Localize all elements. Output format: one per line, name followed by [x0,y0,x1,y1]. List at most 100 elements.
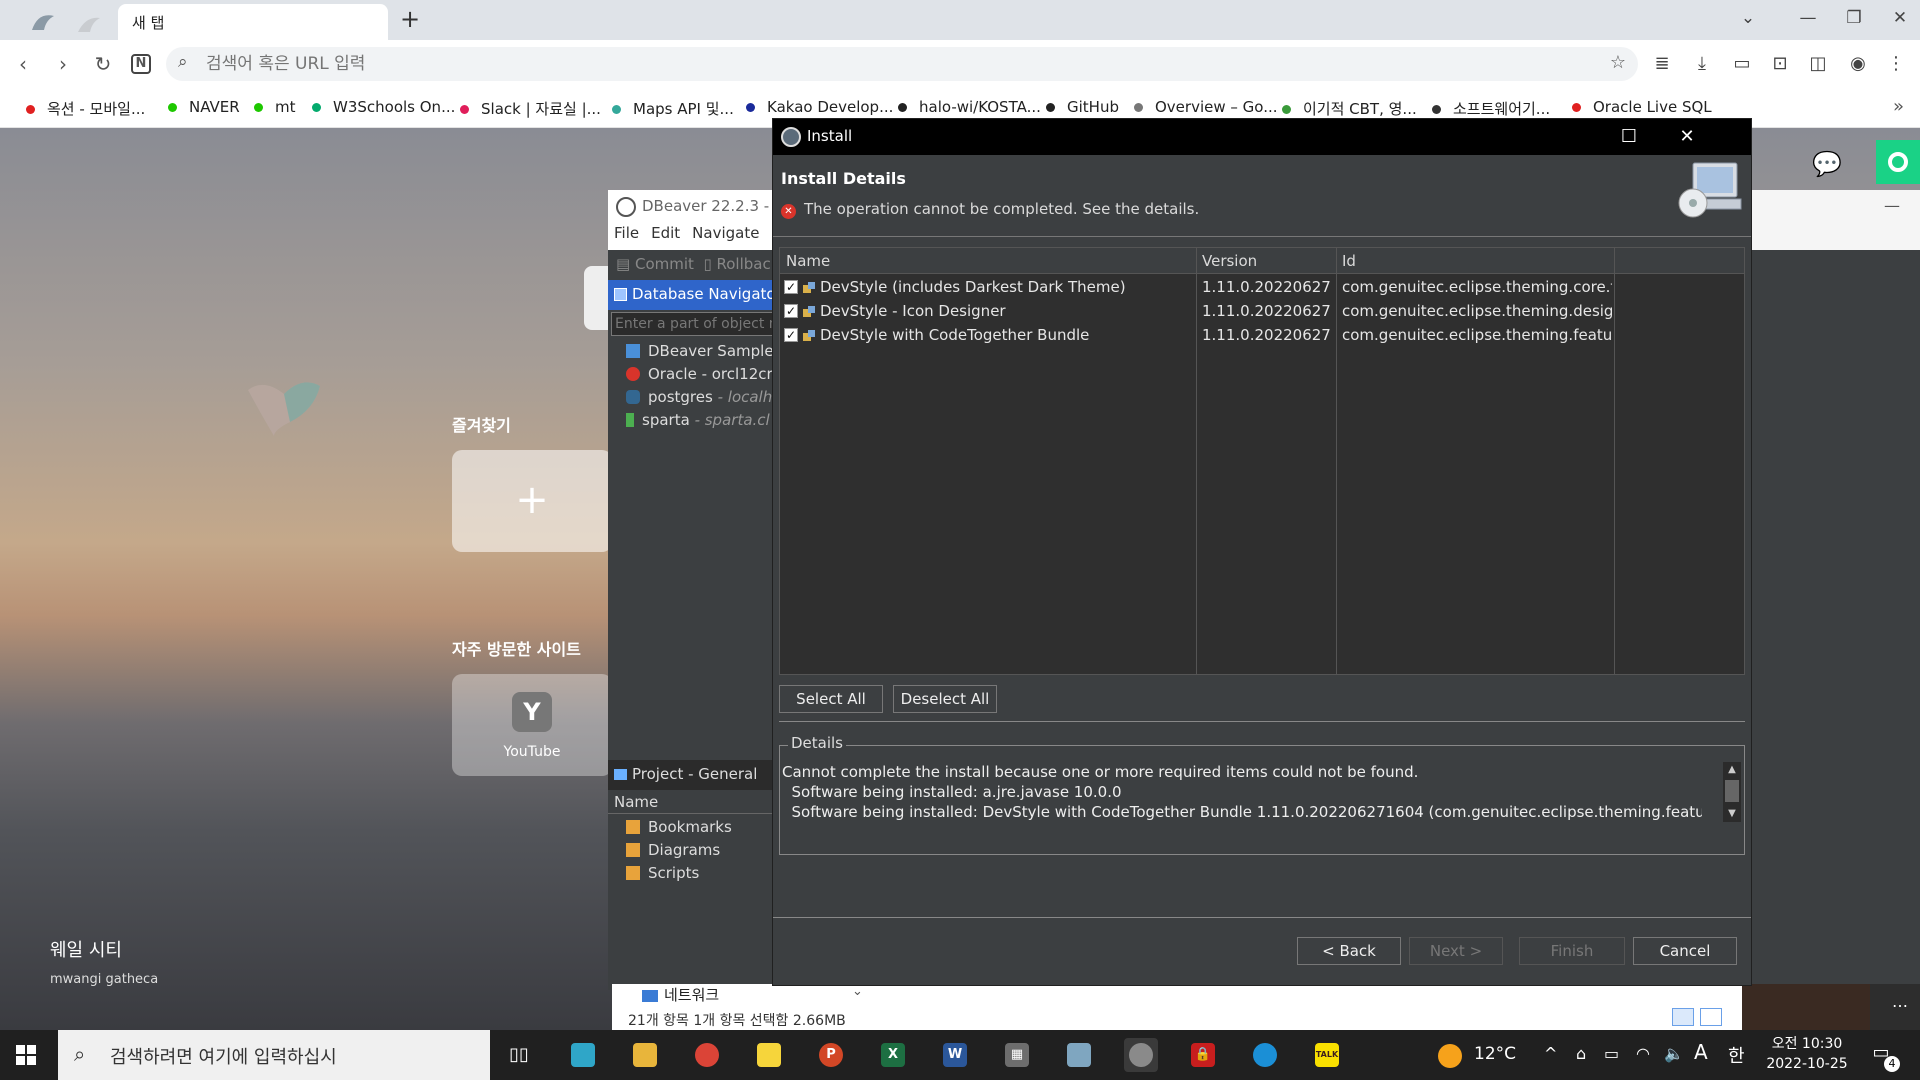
project-item-bookmarks[interactable]: Bookmarks [626,818,732,836]
wifi-icon[interactable]: ◠ [1636,1044,1650,1063]
forward-icon[interactable]: › [48,49,78,79]
url-input[interactable] [206,47,1506,81]
bookmarks-overflow-icon[interactable]: » [1893,96,1904,117]
column-header-version[interactable]: Version [1202,252,1257,270]
photo-credit[interactable]: mwangi gatheca [50,972,158,987]
language-indicator[interactable]: 한 [1728,1042,1745,1068]
notification-icon[interactable]: ▭ 4 [1866,1042,1900,1072]
table-row[interactable]: ✓ DevStyle - Icon Designer 1.11.0.202206… [780,300,1744,324]
reload-icon[interactable]: ↻ [88,49,118,79]
details-view-icon[interactable] [1672,1008,1694,1026]
restore-icon[interactable]: ❐ [1834,4,1874,32]
explorer-location[interactable]: 네트워크 [642,984,719,1005]
minimize-icon[interactable]: — [1884,196,1900,215]
taskbar-app-kakaotalk[interactable]: TALK [1310,1038,1344,1072]
tree-item-postgres[interactable]: postgres - localh [626,388,772,406]
select-all-button[interactable]: Select All [779,685,883,713]
weather-temperature[interactable]: 12°C [1474,1044,1516,1064]
site-card-youtube[interactable]: Y YouTube [452,674,612,776]
large-icons-view-icon[interactable] [1700,1008,1722,1026]
windows-start-icon[interactable] [10,1038,44,1072]
new-tab-button[interactable]: + [396,6,424,34]
deselect-all-button[interactable]: Deselect All [893,685,997,713]
row-checkbox[interactable]: ✓ [784,328,798,342]
scroll-up-icon[interactable]: ▲ [1723,762,1741,778]
bookmark-item[interactable]: halo-wi/KOSTA... [898,98,1041,116]
install-titlebar[interactable]: Install ☐ ✕ [773,119,1751,155]
bookmark-star-icon[interactable]: ☆ [1610,52,1626,73]
tree-item-oracle[interactable]: Oracle - orcl12cr2 [626,365,782,383]
tray-overflow-icon[interactable]: ^ [1544,1044,1557,1063]
project-item-scripts[interactable]: Scripts [626,864,699,882]
taskbar-app-excel[interactable]: X [876,1038,910,1072]
menu-edit[interactable]: Edit [651,224,680,242]
tab-list-icon[interactable]: ⌄ [1728,4,1768,32]
taskbar-app-dbeaver[interactable] [1124,1038,1158,1072]
project-item-diagrams[interactable]: Diagrams [626,841,720,859]
back-button[interactable]: < Back [1297,937,1401,965]
details-text[interactable]: Cannot complete the install because one … [782,762,1702,852]
maximize-icon[interactable]: ☐ [1605,123,1653,151]
taskbar-search-input[interactable]: ⌕ 검색하려면 여기에 입력하십시 [58,1030,490,1080]
taskbar-app-whale[interactable] [566,1038,600,1072]
taskbar-app-calculator[interactable]: ▦ [1000,1038,1034,1072]
close-icon[interactable]: ✕ [1880,4,1920,32]
chat-icon[interactable]: 💬 [1810,150,1844,184]
table-row[interactable]: ✓ DevStyle with CodeTogether Bundle 1.11… [780,324,1744,348]
video-icon[interactable]: ▭ [1728,50,1756,78]
bookmark-item[interactable]: 옥션 - 모바일... [26,98,145,119]
more-icon[interactable]: … [1892,992,1908,1011]
download-icon[interactable]: ⤓ [1688,50,1716,78]
column-header-id[interactable]: Id [1342,252,1356,270]
row-checkbox[interactable]: ✓ [784,280,798,294]
address-bar[interactable]: ⌕ ☆ [166,47,1638,81]
menu-file[interactable]: File [614,224,639,242]
task-view-icon[interactable]: ▯▯ [502,1038,536,1072]
bookmark-item[interactable]: Slack | 자료실 |... [460,98,601,119]
table-row[interactable]: ✓ DevStyle (includes Darkest Dark Theme)… [780,276,1744,300]
naver-icon[interactable]: N [126,49,156,79]
profile-icon[interactable]: ◉ [1844,50,1872,78]
menu-icon[interactable]: ⋮ [1882,50,1910,78]
bookmark-item[interactable]: 소프트웨어기... [1432,98,1550,119]
close-icon[interactable]: ✕ [1663,123,1711,151]
chevron-down-icon[interactable]: ⌄ [852,984,863,999]
next-button[interactable]: Next > [1409,937,1503,965]
bookmark-item[interactable]: 이기적 CBT, 영... [1282,98,1417,119]
taskbar-app-word[interactable]: W [938,1038,972,1072]
column-header-name[interactable]: Name [786,252,830,270]
sidebar-toggle-icon[interactable]: ◫ [1804,50,1832,78]
tree-item-sparta[interactable]: sparta - sparta.cl [626,411,770,429]
taskbar-clock[interactable]: 오전 10:30 2022-10-25 [1762,1034,1852,1074]
bookmark-item[interactable]: Kakao Develop... [746,98,893,116]
tree-item-sample[interactable]: DBeaver Sample I [626,342,783,360]
taskbar-app-security[interactable]: 🔒 [1186,1038,1220,1072]
details-scrollbar[interactable]: ▲ ▼ [1723,762,1741,822]
bookmark-item[interactable]: NAVER [168,98,240,116]
scroll-down-icon[interactable]: ▼ [1723,806,1741,822]
whale-space-button[interactable] [1876,140,1920,184]
volume-icon[interactable]: 🔈 [1664,1044,1684,1063]
tab-new[interactable]: 새 탭 [118,4,388,40]
bookmark-item[interactable]: Oracle Live SQL [1572,98,1712,116]
rollback-button[interactable]: Rollbac [717,255,771,273]
menu-navigate[interactable]: Navigate [692,224,759,242]
cancel-button[interactable]: Cancel [1633,937,1737,965]
battery-icon[interactable]: ▭ [1604,1044,1619,1063]
taskbar-app-edge[interactable] [1248,1038,1282,1072]
bookmark-item[interactable]: mt [254,98,296,116]
device-icon[interactable]: ⌂ [1576,1044,1586,1063]
taskbar-app-sticky-notes[interactable] [752,1038,786,1072]
dbeaver-titlebar[interactable]: DBeaver 22.2.3 - < [608,190,798,224]
bookmark-item[interactable]: GitHub [1046,98,1119,116]
finish-button[interactable]: Finish [1519,937,1625,965]
ime-mode[interactable]: A [1694,1040,1708,1064]
scrollbar-thumb[interactable] [1725,780,1739,802]
commit-button[interactable]: Commit [635,255,694,273]
navigator-filter-input[interactable]: Enter a part of object n [611,312,798,336]
taskbar-app-file-explorer[interactable] [628,1038,662,1072]
bookmark-item[interactable]: Overview – Go... [1134,98,1278,116]
taskbar-app-chrome[interactable] [690,1038,724,1072]
tab-project-general[interactable]: Project - General ✕ [608,760,798,790]
add-favorite-button[interactable]: + [452,450,612,552]
